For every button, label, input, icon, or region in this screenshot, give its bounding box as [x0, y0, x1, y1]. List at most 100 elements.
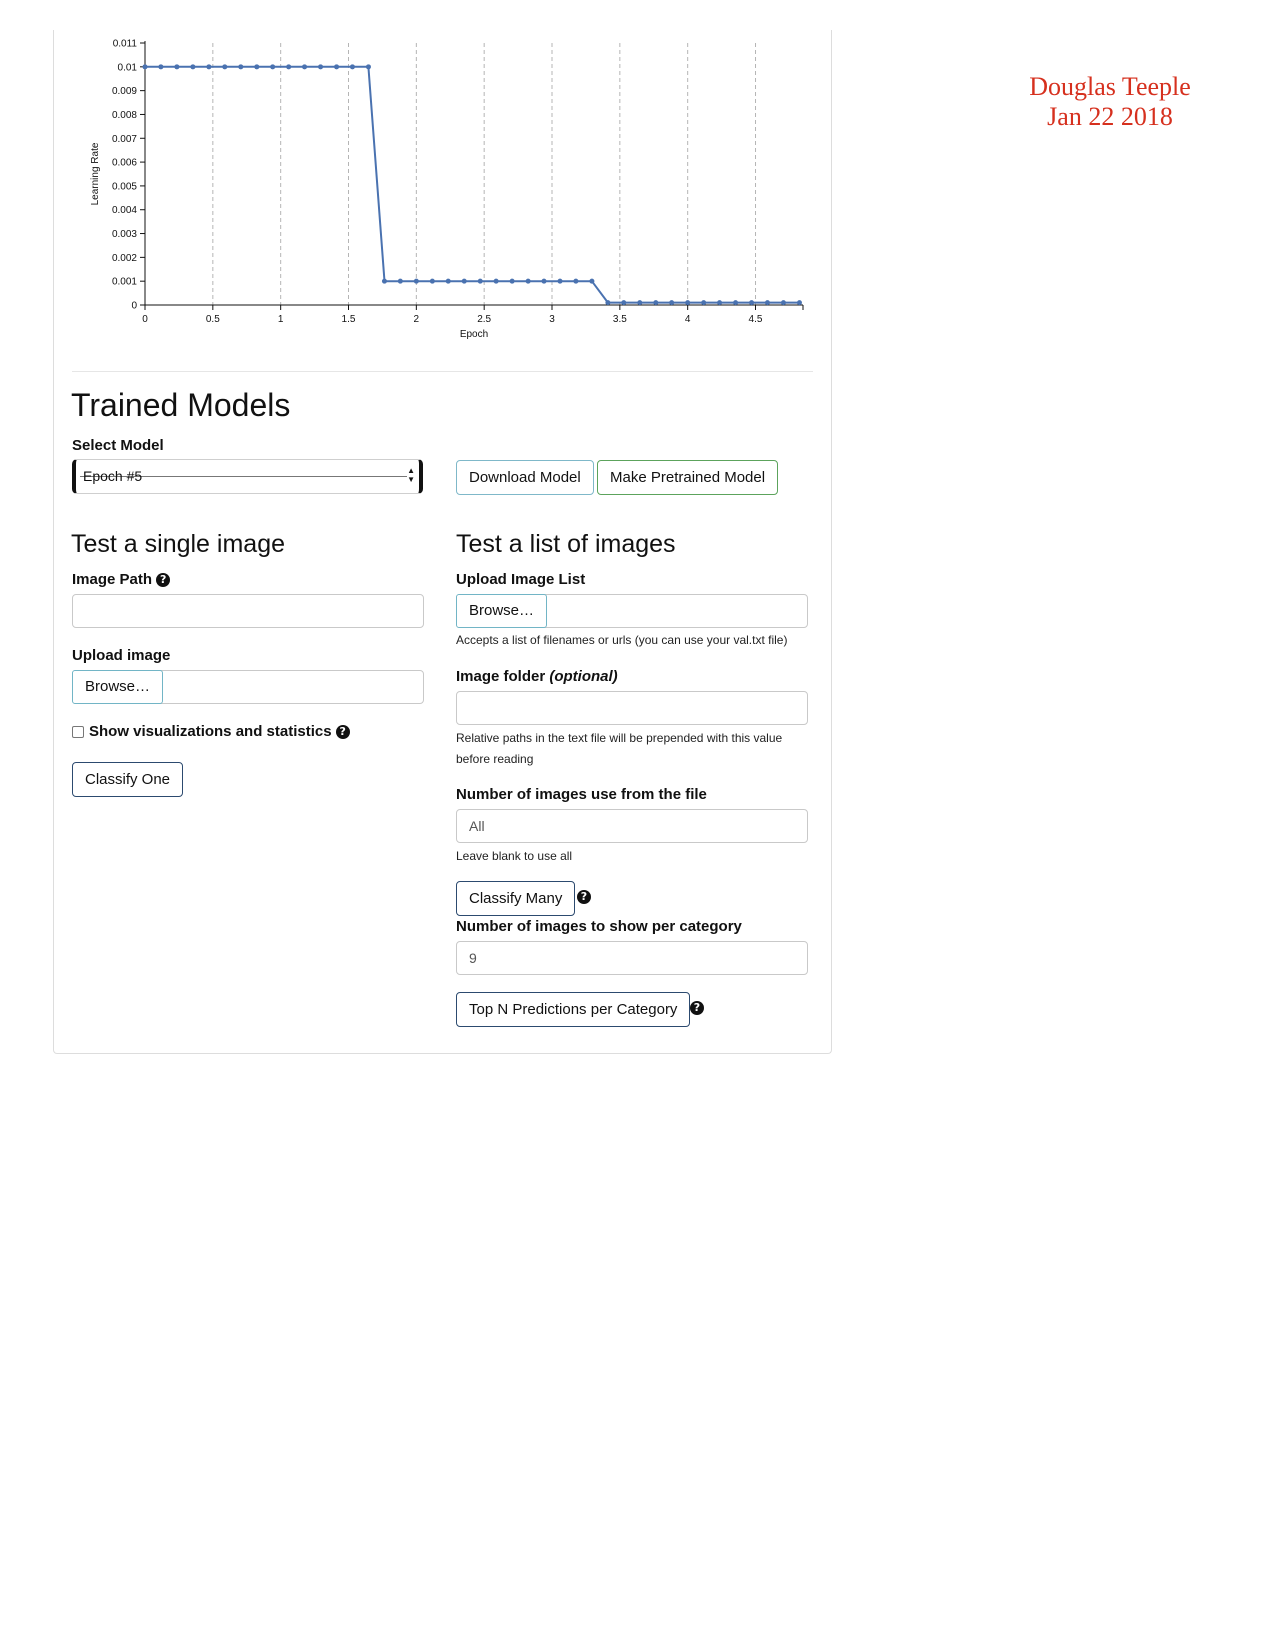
per-category-input[interactable]: 9 — [456, 941, 808, 975]
x-tick-label: 4.5 — [749, 314, 763, 325]
y-tick-label: 0.006 — [112, 158, 137, 169]
data-point — [238, 64, 244, 70]
upload-image-list-field[interactable]: Browse… — [456, 594, 808, 628]
image-path-label-text: Image Path — [72, 571, 153, 588]
data-point — [222, 64, 228, 70]
data-point — [541, 278, 547, 284]
y-tick-label: 0.007 — [112, 134, 137, 145]
y-axis-label: Learning Rate — [90, 142, 101, 205]
image-path-label: Image Path ? — [72, 571, 171, 588]
y-tick-label: 0.002 — [112, 253, 137, 264]
data-point — [445, 278, 451, 284]
data-point — [477, 278, 483, 284]
signature-date: Jan 22 2018 — [1047, 102, 1173, 131]
data-point — [557, 278, 563, 284]
per-category-label: Number of images to show per category — [456, 918, 742, 935]
classify-one-button[interactable]: Classify One — [72, 762, 184, 797]
series-line — [145, 65, 800, 304]
browse-button[interactable]: Browse… — [456, 594, 548, 628]
data-point — [764, 300, 770, 306]
data-point — [142, 64, 148, 70]
data-point — [589, 278, 595, 284]
data-point — [733, 300, 739, 306]
show-visualizations-label: Show visualizations and statistics ? — [89, 723, 350, 740]
data-point — [318, 64, 324, 70]
make-pretrained-model-button[interactable]: Make Pretrained Model — [597, 460, 779, 495]
data-point — [669, 300, 675, 306]
image-folder-label: Image folder (optional) — [456, 668, 618, 685]
model-select[interactable]: Epoch #5 ▲ ▼ — [72, 459, 423, 494]
signature-name: Douglas Teeple — [1029, 72, 1191, 101]
data-point — [158, 64, 164, 70]
data-point — [286, 64, 292, 70]
data-point — [653, 300, 659, 306]
question-circle-icon[interactable]: ? — [577, 890, 591, 904]
data-point — [174, 64, 180, 70]
select-arrows-icon: ▲ ▼ — [407, 466, 415, 484]
x-tick-label: 2 — [414, 314, 420, 325]
data-point — [254, 64, 260, 70]
show-visualizations-text: Show visualizations and statistics — [89, 723, 332, 740]
question-circle-icon[interactable]: ? — [335, 725, 350, 739]
data-point — [413, 278, 419, 284]
list-images-title: Test a list of images — [456, 530, 676, 558]
num-images-help: Leave blank to use all — [456, 849, 573, 863]
upload-image-label: Upload image — [72, 647, 171, 664]
data-point — [685, 300, 691, 306]
data-point — [749, 300, 755, 306]
divider — [72, 371, 813, 372]
x-tick-label: 4 — [685, 314, 691, 325]
data-point — [302, 64, 308, 70]
x-tick-label: 0.5 — [206, 314, 220, 325]
y-tick-label: 0.004 — [112, 205, 137, 216]
data-point — [780, 300, 786, 306]
num-images-input[interactable]: All — [456, 809, 808, 843]
question-circle-icon[interactable]: ? — [690, 1001, 704, 1015]
y-tick-label: 0.003 — [112, 229, 137, 240]
x-tick-label: 3 — [549, 314, 555, 325]
data-point — [349, 64, 355, 70]
image-path-input[interactable] — [72, 594, 424, 628]
select-model-label: Select Model — [72, 437, 164, 454]
data-point — [429, 278, 435, 284]
data-point — [605, 300, 611, 306]
show-visualizations-checkbox[interactable] — [72, 726, 84, 738]
x-tick-label: 2.5 — [477, 314, 491, 325]
x-tick-label: 1.5 — [342, 314, 356, 325]
browse-button[interactable]: Browse… — [72, 670, 164, 704]
data-point — [493, 278, 499, 284]
data-point — [461, 278, 467, 284]
data-point — [701, 300, 707, 306]
model-select-value: Epoch #5 — [83, 468, 143, 484]
x-tick-label: 3.5 — [613, 314, 627, 325]
top-n-predictions-button[interactable]: Top N Predictions per Category — [456, 992, 691, 1027]
y-tick-label: 0.01 — [118, 62, 138, 73]
data-point — [397, 278, 403, 284]
data-point — [621, 300, 627, 306]
download-model-button[interactable]: Download Model — [456, 460, 594, 495]
question-circle-icon[interactable]: ? — [156, 573, 171, 587]
data-point — [206, 64, 212, 70]
single-image-title: Test a single image — [71, 530, 286, 558]
classify-many-button[interactable]: Classify Many — [456, 881, 576, 916]
trained-models-title: Trained Models — [71, 387, 291, 423]
y-tick-label: 0.001 — [112, 277, 137, 288]
data-point — [573, 278, 579, 284]
y-tick-label: 0.009 — [112, 86, 137, 97]
learning-rate-chart: 0 0.5 1 1.5 2 2.5 3 3.5 4 4.5 0 0.001 0.002 0.003 0.00… — [90, 39, 804, 340]
x-tick-label: 0 — [142, 314, 148, 325]
upload-image-field[interactable]: Browse… — [72, 670, 424, 704]
y-tick-label: 0.005 — [112, 181, 137, 192]
image-folder-label-text: Image folder — [456, 668, 546, 685]
num-images-label: Number of images use from the file — [456, 786, 707, 803]
image-folder-input[interactable] — [456, 691, 808, 725]
data-point — [525, 278, 531, 284]
upload-list-help: Accepts a list of filenames or urls (you… — [456, 633, 788, 647]
y-tick-label: 0.011 — [113, 39, 138, 50]
data-point — [334, 64, 340, 70]
x-tick-label: 1 — [278, 314, 284, 325]
y-tick-label: 0.008 — [112, 110, 137, 121]
folder-help-line-2: before reading — [456, 752, 534, 766]
data-point — [509, 278, 515, 284]
upload-image-list-label: Upload Image List — [456, 571, 586, 588]
